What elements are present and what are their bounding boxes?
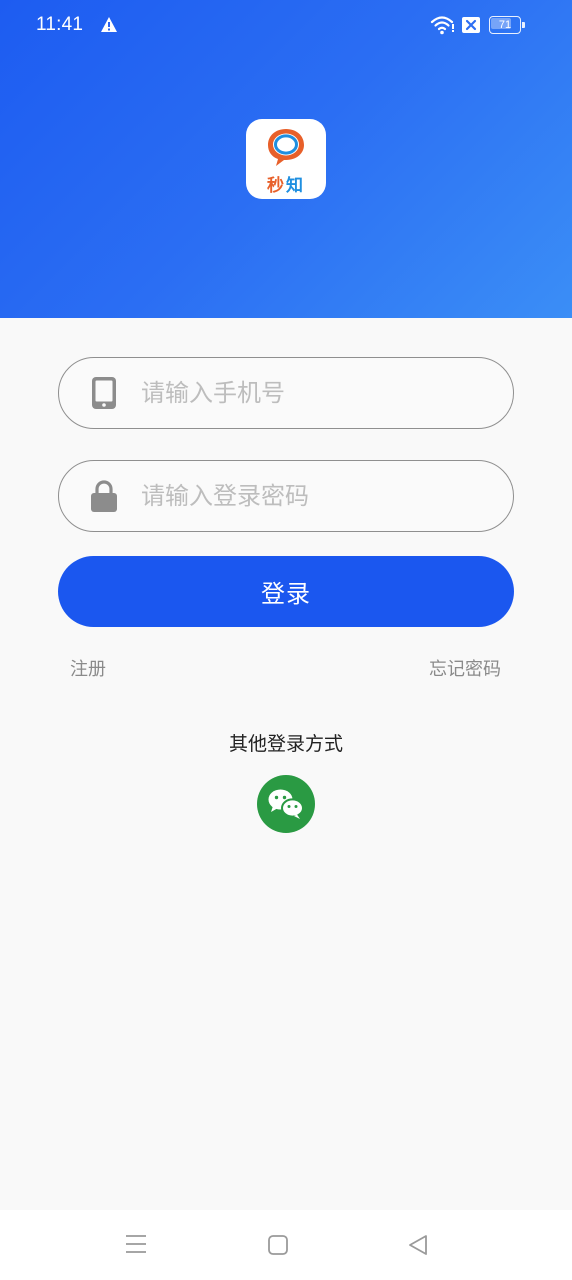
wechat-icon bbox=[268, 789, 304, 819]
no-sim-icon bbox=[462, 17, 480, 33]
navigation-bar bbox=[0, 1210, 572, 1280]
logo-text: 秒知 bbox=[246, 171, 326, 196]
password-field[interactable] bbox=[58, 460, 514, 532]
lock-icon bbox=[91, 480, 117, 512]
logo-char-1: 秒 bbox=[267, 176, 286, 196]
wechat-login-button[interactable] bbox=[257, 775, 315, 833]
login-screen: 11:41 71 秒知 请输入手机号 登录 注册 忘记密码 其他登录方式 bbox=[0, 0, 572, 1280]
status-time: 11:41 bbox=[36, 14, 84, 35]
other-login-title: 其他登录方式 bbox=[228, 733, 343, 755]
forgot-password-link[interactable]: 忘记密码 bbox=[429, 655, 501, 681]
status-bar: 11:41 71 bbox=[0, 0, 572, 52]
phone-input[interactable] bbox=[141, 368, 491, 418]
battery-level: 71 bbox=[498, 19, 512, 31]
register-link[interactable]: 注册 bbox=[70, 655, 106, 681]
login-button[interactable]: 登录 bbox=[58, 556, 514, 627]
password-input[interactable] bbox=[141, 471, 491, 521]
wifi-icon bbox=[430, 16, 454, 35]
menu-icon[interactable] bbox=[125, 1234, 147, 1254]
back-icon[interactable] bbox=[408, 1234, 428, 1256]
phone-icon bbox=[92, 377, 116, 409]
battery-indicator: 71 bbox=[489, 16, 525, 34]
battery-tip bbox=[522, 22, 525, 28]
phone-field[interactable] bbox=[58, 357, 514, 429]
app-logo: 秒知 bbox=[246, 119, 326, 199]
logo-bubble-icon bbox=[268, 129, 304, 166]
logo-char-2: 知 bbox=[286, 176, 305, 196]
home-icon[interactable] bbox=[268, 1235, 288, 1255]
warning-icon bbox=[101, 17, 117, 32]
